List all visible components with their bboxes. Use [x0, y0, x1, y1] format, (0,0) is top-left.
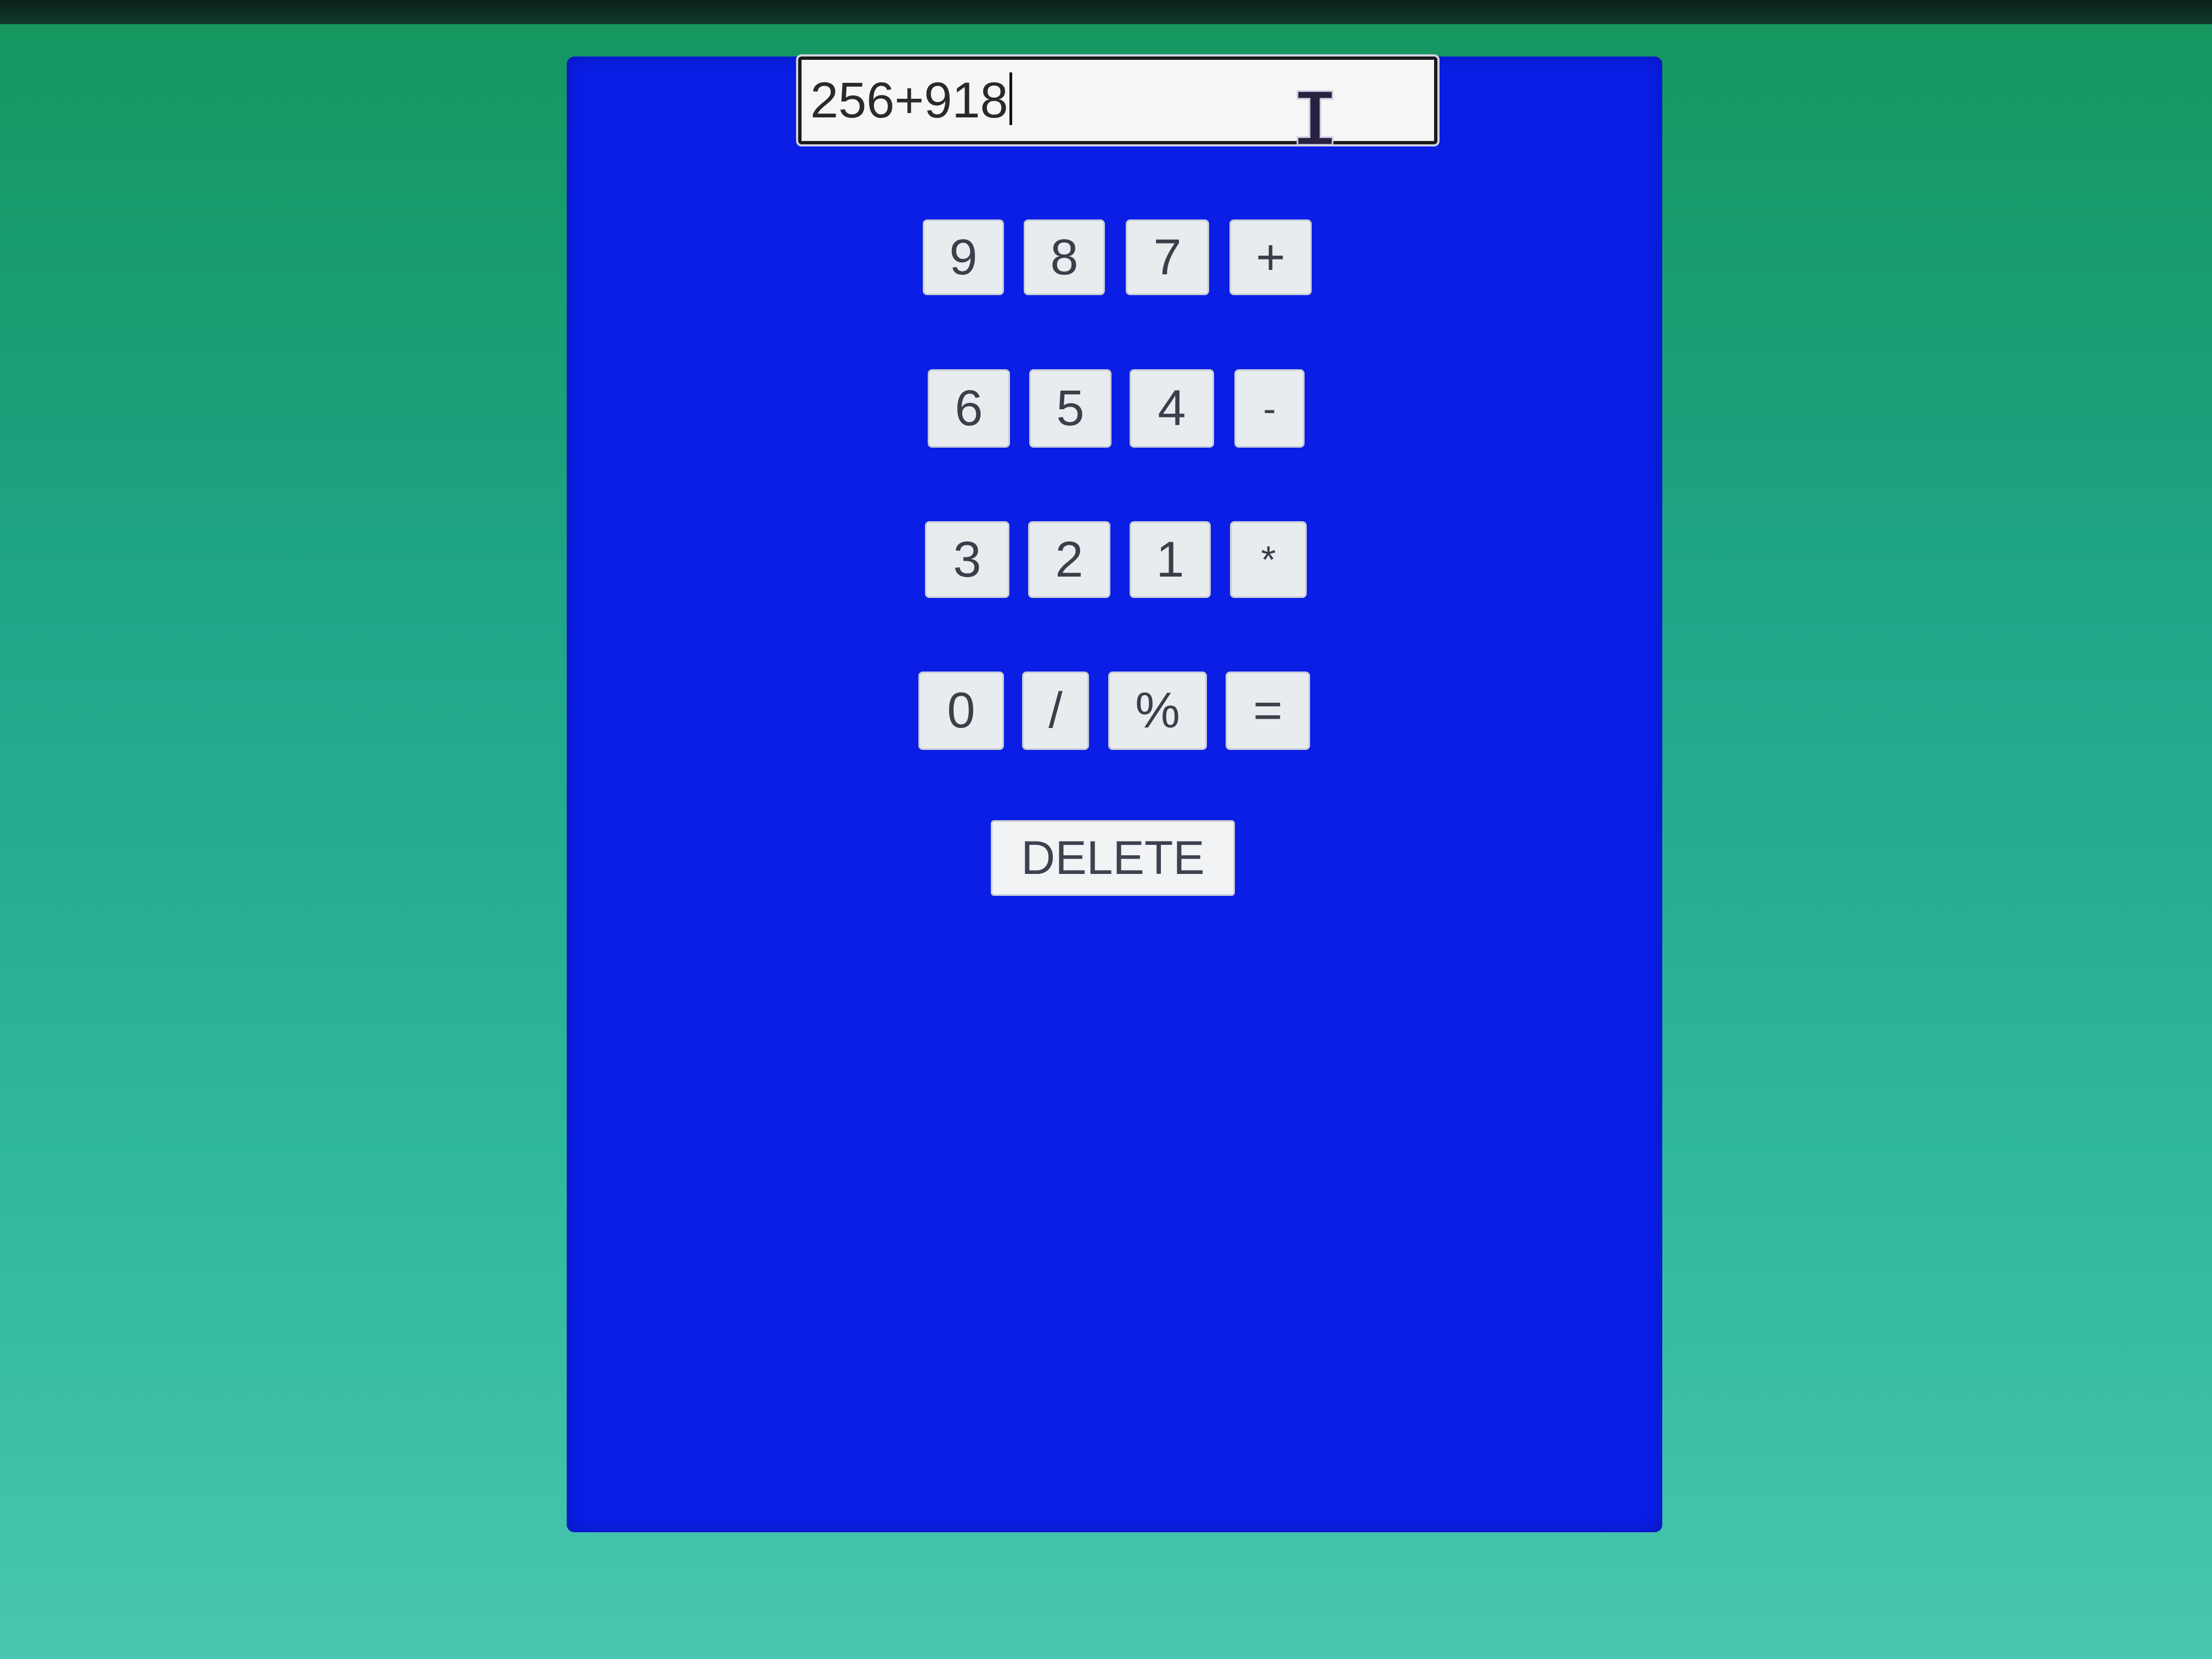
calculator-display-input[interactable]: 256+918	[796, 54, 1440, 146]
text-caret	[1009, 72, 1012, 125]
key-8[interactable]: 8	[1024, 219, 1105, 295]
key-1[interactable]: 1	[1130, 521, 1211, 598]
key-multiply[interactable]: *	[1230, 521, 1307, 598]
key-minus[interactable]: -	[1234, 369, 1305, 448]
key-7[interactable]: 7	[1126, 219, 1209, 295]
key-6[interactable]: 6	[928, 369, 1010, 448]
key-percent[interactable]: %	[1108, 672, 1207, 750]
calculator-panel	[567, 57, 1662, 1532]
key-5[interactable]: 5	[1029, 369, 1111, 448]
key-equals[interactable]: =	[1226, 672, 1310, 750]
monitor-top-bezel	[0, 0, 2212, 24]
key-4[interactable]: 4	[1130, 369, 1214, 448]
key-9[interactable]: 9	[923, 219, 1004, 295]
key-plus[interactable]: +	[1229, 219, 1312, 295]
delete-button[interactable]: DELETE	[991, 820, 1235, 896]
key-3[interactable]: 3	[925, 521, 1009, 598]
key-2[interactable]: 2	[1028, 521, 1110, 598]
display-value: 256+918	[810, 72, 1008, 128]
key-divide[interactable]: /	[1022, 672, 1089, 750]
key-0[interactable]: 0	[918, 672, 1004, 750]
text-cursor-ibeam-icon	[1296, 90, 1334, 146]
